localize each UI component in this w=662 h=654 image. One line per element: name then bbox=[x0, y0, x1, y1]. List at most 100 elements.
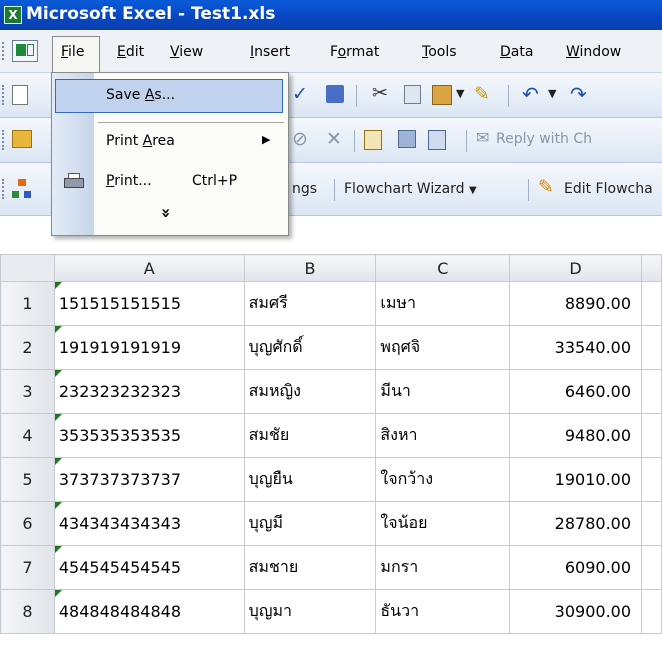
paste-dropdown-icon[interactable]: ▼ bbox=[456, 87, 464, 100]
row-header[interactable]: 2 bbox=[0, 325, 55, 370]
cell-c[interactable]: พฤศจิ bbox=[375, 325, 511, 370]
menu-data[interactable]: Data bbox=[500, 44, 533, 60]
cell-b[interactable]: บุญยืน bbox=[243, 457, 377, 502]
copy-icon[interactable] bbox=[404, 85, 421, 104]
cell-a[interactable]: 373737373737 bbox=[53, 457, 245, 502]
column-header-e[interactable] bbox=[641, 254, 662, 282]
error-indicator-icon bbox=[55, 282, 62, 289]
menu-edit[interactable]: Edit bbox=[117, 44, 144, 60]
expand-menu-icon[interactable]: » bbox=[156, 199, 176, 227]
column-header-b[interactable]: B bbox=[243, 254, 377, 282]
menu-item-print-area[interactable]: Print Area bbox=[106, 133, 175, 149]
folder-icon[interactable] bbox=[12, 130, 32, 148]
show-comment-icon[interactable]: ⊘ bbox=[292, 128, 308, 150]
cell-a[interactable]: 454545454545 bbox=[53, 545, 245, 590]
row-header[interactable]: 5 bbox=[0, 457, 55, 502]
cell-b[interactable]: สมชัย bbox=[243, 413, 377, 458]
toolbar-grip[interactable] bbox=[2, 130, 7, 150]
flowchart-wizard-button[interactable]: Flowchart Wizard ▼ bbox=[344, 181, 477, 197]
cell-e[interactable] bbox=[641, 589, 662, 634]
menu-view[interactable]: View bbox=[170, 44, 203, 60]
paste-icon[interactable] bbox=[432, 85, 452, 105]
organization-chart-icon[interactable] bbox=[12, 179, 32, 199]
cell-a[interactable]: 434343434343 bbox=[53, 501, 245, 546]
cell-e[interactable] bbox=[641, 413, 662, 458]
cell-d[interactable]: 30900.00 bbox=[509, 589, 643, 634]
delete-comment-icon[interactable]: ✕ bbox=[326, 128, 342, 150]
cell-a[interactable]: 353535353535 bbox=[53, 413, 245, 458]
cell-d[interactable]: 19010.00 bbox=[509, 457, 643, 502]
error-indicator-icon bbox=[55, 326, 62, 333]
cell-c[interactable]: ใจกว้าง bbox=[375, 457, 511, 502]
workbook-icon[interactable] bbox=[12, 40, 38, 62]
row-header[interactable]: 1 bbox=[0, 281, 55, 326]
cell-c[interactable]: มกรา bbox=[375, 545, 511, 590]
menu-file[interactable]: File bbox=[61, 44, 84, 60]
table-row: 5 373737373737 บุญยืน ใจกว้าง 19010.00 bbox=[0, 457, 662, 502]
column-header-a[interactable]: A bbox=[53, 254, 245, 282]
toolbar-grip[interactable] bbox=[2, 179, 7, 199]
excel-app-icon[interactable]: X bbox=[4, 6, 22, 24]
cell-e[interactable] bbox=[641, 545, 662, 590]
cell-b[interactable]: บุญศักดิ์ bbox=[243, 325, 377, 370]
cell-b[interactable]: สมหญิง bbox=[243, 369, 377, 414]
track-changes-icon[interactable] bbox=[364, 130, 382, 150]
cell-d[interactable]: 6460.00 bbox=[509, 369, 643, 414]
toolbar-separator bbox=[508, 85, 509, 107]
cell-b[interactable]: บุญมา bbox=[243, 589, 377, 634]
cell-e[interactable] bbox=[641, 281, 662, 326]
cell-b[interactable]: สมศรี bbox=[243, 281, 377, 326]
cell-d[interactable]: 33540.00 bbox=[509, 325, 643, 370]
reply-with-changes-icon[interactable]: ✉ bbox=[476, 128, 489, 147]
cell-c[interactable]: ใจน้อย bbox=[375, 501, 511, 546]
cell-e[interactable] bbox=[641, 457, 662, 502]
cell-b[interactable]: สมชาย bbox=[243, 545, 377, 590]
menubar-grip[interactable] bbox=[2, 42, 7, 60]
cell-e[interactable] bbox=[641, 369, 662, 414]
format-painter-icon[interactable]: ✎ bbox=[474, 83, 490, 105]
menu-item-print[interactable]: Print... bbox=[106, 173, 152, 189]
cell-d[interactable]: 28780.00 bbox=[509, 501, 643, 546]
cell-a[interactable]: 484848484848 bbox=[53, 589, 245, 634]
cell-a[interactable]: 191919191919 bbox=[53, 325, 245, 370]
cell-e[interactable] bbox=[641, 501, 662, 546]
research-icon[interactable] bbox=[326, 85, 344, 103]
row-header[interactable]: 7 bbox=[0, 545, 55, 590]
undo-icon[interactable]: ↶ bbox=[522, 82, 539, 106]
undo-dropdown-icon[interactable]: ▼ bbox=[548, 87, 556, 100]
row-header[interactable]: 6 bbox=[0, 501, 55, 546]
cell-a[interactable]: 151515151515 bbox=[53, 281, 245, 326]
select-all-corner[interactable] bbox=[0, 254, 55, 282]
row-header[interactable]: 4 bbox=[0, 413, 55, 458]
row-header[interactable]: 3 bbox=[0, 369, 55, 414]
cut-icon[interactable]: ✂ bbox=[372, 82, 388, 104]
cell-c[interactable]: ธันวา bbox=[375, 589, 511, 634]
reviewing-pane-icon[interactable] bbox=[398, 130, 416, 148]
cell-d[interactable]: 6090.00 bbox=[509, 545, 643, 590]
menu-window[interactable]: Window bbox=[566, 44, 621, 60]
cell-b[interactable]: บุญมี bbox=[243, 501, 377, 546]
menu-tools[interactable]: Tools bbox=[422, 44, 457, 60]
row-header[interactable]: 8 bbox=[0, 589, 55, 634]
menu-item-save-as[interactable]: Save As... bbox=[106, 87, 175, 103]
cell-c[interactable]: เมษา bbox=[375, 281, 511, 326]
settings-button[interactable]: ngs bbox=[292, 181, 317, 197]
worksheet-grid: A B C D 1 151515151515 สมศรี เมษา 8890.0… bbox=[0, 254, 662, 654]
cell-d[interactable]: 9480.00 bbox=[509, 413, 643, 458]
menu-format[interactable]: Format bbox=[330, 44, 379, 60]
cell-c[interactable]: มีนา bbox=[375, 369, 511, 414]
column-header-c[interactable]: C bbox=[375, 254, 511, 282]
spelling-icon[interactable]: ✓ bbox=[292, 83, 308, 105]
column-header-d[interactable]: D bbox=[509, 254, 643, 282]
new-document-icon[interactable] bbox=[12, 85, 28, 105]
redo-icon[interactable]: ↷ bbox=[570, 82, 587, 106]
cell-c[interactable]: สิงหา bbox=[375, 413, 511, 458]
cell-d[interactable]: 8890.00 bbox=[509, 281, 643, 326]
toolbar-grip[interactable] bbox=[2, 85, 7, 105]
reply-with-changes-button[interactable]: Reply with Ch bbox=[496, 131, 592, 147]
cell-e[interactable] bbox=[641, 325, 662, 370]
edit-flowchart-button[interactable]: Edit Flowcha bbox=[564, 181, 653, 197]
send-to-icon[interactable] bbox=[428, 130, 446, 150]
cell-a[interactable]: 232323232323 bbox=[53, 369, 245, 414]
menu-insert[interactable]: Insert bbox=[250, 44, 290, 60]
